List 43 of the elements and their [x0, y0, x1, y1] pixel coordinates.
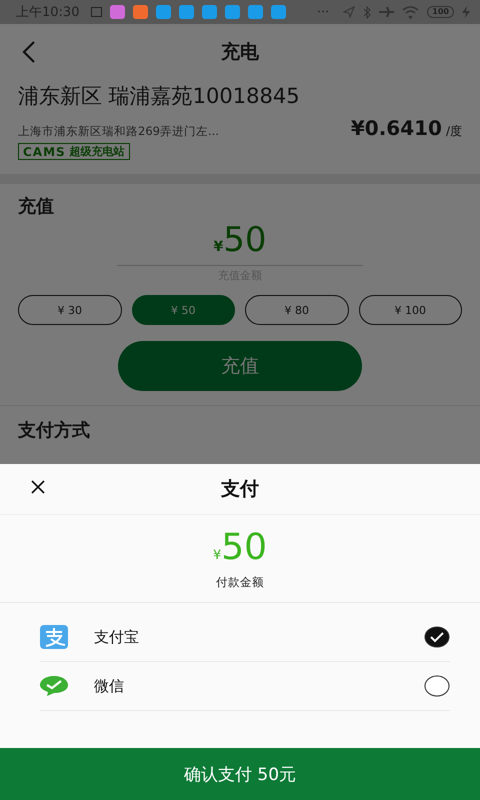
alipay-icon: [40, 625, 68, 649]
app-icon: [156, 5, 172, 19]
section-title: 支付方式: [18, 419, 91, 442]
app-icon: [225, 5, 240, 19]
tag-label: 超级充电站: [70, 144, 125, 159]
location-icon: [343, 6, 356, 18]
app-icon: [110, 5, 126, 19]
recharge-button[interactable]: 充值: [118, 341, 362, 391]
app-icon: [202, 5, 218, 19]
payment-method[interactable]: 支付宝: [40, 613, 450, 662]
price-unit: /度: [446, 123, 462, 140]
radio-button[interactable]: [424, 675, 450, 697]
section-title: 充值: [18, 195, 55, 218]
app-icon: [271, 5, 286, 19]
overflow-indicator: ···: [316, 4, 330, 20]
station-name: 浦东新区 瑞浦嘉苑10018845: [18, 83, 301, 110]
brand-logo: CAMS: [23, 144, 66, 158]
method-name: 支付宝: [94, 628, 140, 646]
amount-option[interactable]: ¥ 50: [132, 295, 235, 325]
amount-field[interactable]: ¥50: [117, 222, 363, 266]
page-title: 充电: [221, 40, 259, 65]
app-icon: [179, 5, 194, 19]
back-icon[interactable]: [22, 41, 36, 63]
bluetooth-icon: [363, 6, 372, 18]
payment-amount: ¥50: [212, 529, 268, 570]
app-icon: [248, 5, 264, 19]
chat-bubble-icon: [40, 675, 68, 697]
amount-option[interactable]: ¥ 100: [358, 295, 462, 325]
charging-icon: [462, 6, 470, 18]
app-icon: [133, 5, 148, 19]
confirm-payment-button[interactable]: 确认支付 50元: [0, 748, 480, 800]
sheet-title: 支付: [221, 477, 259, 502]
price: ¥0.6410: [350, 116, 442, 140]
method-name: 微信: [94, 676, 125, 696]
airplane-icon: [379, 6, 394, 18]
amount-option[interactable]: ¥ 30: [18, 295, 122, 325]
radio-button[interactable]: [424, 626, 450, 648]
payment-method[interactable]: 微信: [40, 662, 450, 711]
amount-option[interactable]: ¥ 80: [245, 295, 348, 325]
close-icon[interactable]: [31, 480, 45, 494]
station-address: 上海市浦东新区瑞和路269弄进门左...: [18, 124, 220, 139]
wifi-icon: [402, 6, 420, 18]
payment-amount-label: 付款金额: [215, 575, 265, 590]
